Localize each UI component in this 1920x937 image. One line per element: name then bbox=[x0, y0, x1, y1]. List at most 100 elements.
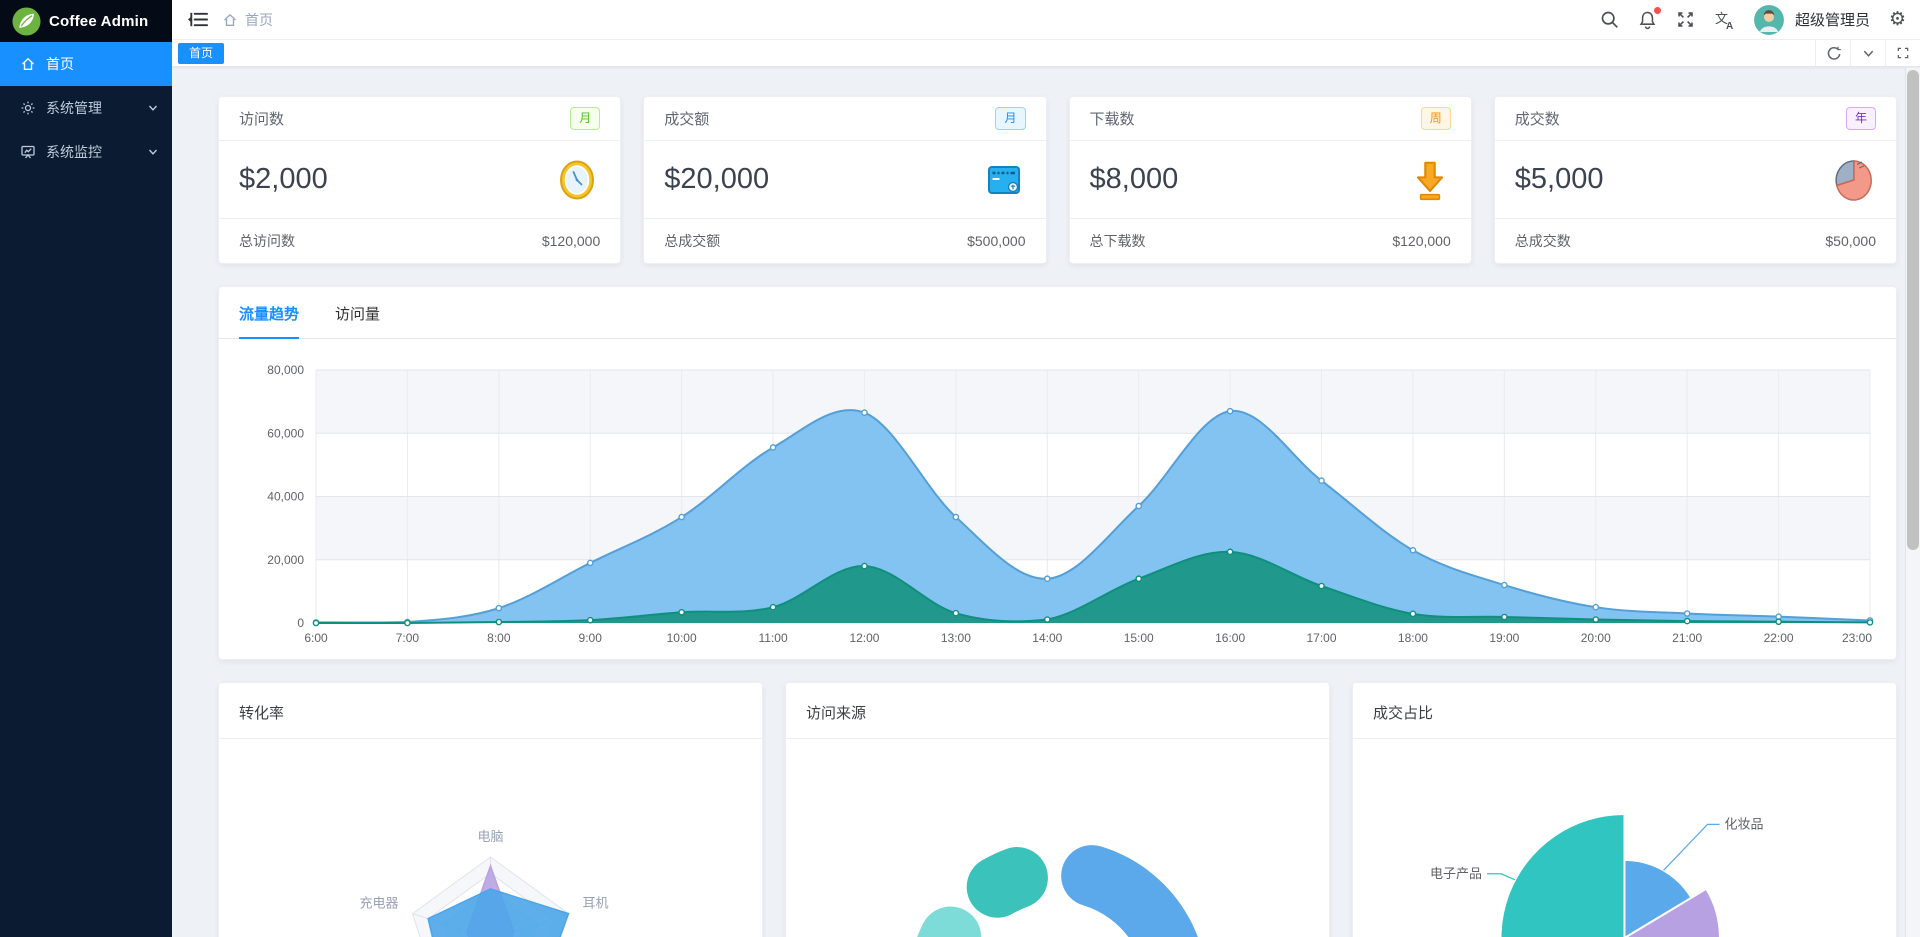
stat-card-footer: 总访问数 $120,000 bbox=[219, 218, 621, 263]
stat-card-2: 下载数 周 $8,000 总下载数 $120,000 bbox=[1068, 96, 1472, 264]
svg-text:耳机: 耳机 bbox=[582, 896, 608, 911]
navbar: 首页 文 A 超级管理员 ⚙ bbox=[172, 0, 1920, 40]
stat-card-footer-value: $120,000 bbox=[541, 233, 601, 249]
stat-card-badge: 月 bbox=[570, 107, 601, 130]
stat-card-header: 下载数 周 bbox=[1069, 97, 1471, 141]
chevron-down-icon[interactable] bbox=[1850, 40, 1885, 66]
card-title: 转化率 bbox=[219, 683, 762, 739]
svg-text:13:00: 13:00 bbox=[941, 631, 971, 645]
translate-icon[interactable]: 文 A bbox=[1714, 10, 1735, 30]
breadcrumb[interactable]: 首页 bbox=[222, 10, 273, 30]
scrollbar-thumb[interactable] bbox=[1907, 70, 1919, 550]
deal-share-card: 成交占比 电子产品 化妆品 bbox=[1352, 682, 1897, 937]
stat-card-footer-label: 总访问数 bbox=[239, 233, 295, 249]
svg-text:21:00: 21:00 bbox=[1672, 631, 1702, 645]
svg-text:12:00: 12:00 bbox=[849, 631, 879, 645]
stat-card-footer-label: 总成交数 bbox=[1514, 233, 1571, 249]
stat-card-body: $5,000 bbox=[1495, 141, 1896, 218]
username[interactable]: 超级管理员 bbox=[1795, 9, 1870, 30]
content-area: 访问数 月 $2,000 总访问数 $120,000 成交额 月 $20,000 总成交额 $50… bbox=[172, 68, 1905, 937]
svg-text:16:00: 16:00 bbox=[1215, 631, 1245, 645]
stat-card-title: 访问数 bbox=[239, 111, 285, 128]
trend-card: 流量趋势 访问量 80,000 60,000 40,000 20,000 0 6:00 7:… bbox=[218, 286, 1897, 660]
chevron-down-icon bbox=[148, 103, 158, 113]
stat-card-badge: 月 bbox=[995, 107, 1026, 130]
svg-text:22:00: 22:00 bbox=[1764, 631, 1794, 645]
card-title: 访问来源 bbox=[786, 683, 1329, 739]
visit-source-donut-chart bbox=[917, 845, 1198, 937]
main-area: 首页 文 A 超级管理员 ⚙ 首页 访问数 月 $2,000 总访问数 $120… bbox=[172, 0, 1920, 937]
svg-text:14:00: 14:00 bbox=[1032, 631, 1062, 645]
refresh-icon[interactable] bbox=[1815, 40, 1850, 66]
home-icon bbox=[20, 56, 36, 72]
notification-dot bbox=[1653, 6, 1661, 14]
clock-icon bbox=[554, 157, 600, 203]
stat-card-value: $8,000 bbox=[1089, 163, 1179, 195]
logo-text: Coffee Admin bbox=[49, 12, 149, 30]
stat-card-footer-label: 总下载数 bbox=[1089, 233, 1146, 249]
gear-icon bbox=[20, 100, 36, 116]
sidebar-item-system-management[interactable]: 系统管理 bbox=[0, 86, 172, 130]
svg-text:20:00: 20:00 bbox=[1581, 631, 1611, 645]
stat-card-badge: 周 bbox=[1420, 107, 1451, 130]
sidebar-item-label: 系统监控 bbox=[46, 144, 102, 160]
svg-text:6:00: 6:00 bbox=[304, 631, 328, 645]
maximize-icon[interactable] bbox=[1885, 40, 1920, 66]
stat-card-0: 访问数 月 $2,000 总访问数 $120,000 bbox=[218, 96, 622, 264]
traffic-trend-chart: 80,000 60,000 40,000 20,000 06:00 7:00 8:00 9:0… bbox=[267, 363, 1874, 645]
svg-text:40,000: 40,000 bbox=[267, 490, 304, 504]
chevron-down-icon bbox=[148, 147, 158, 157]
tag-actions bbox=[1815, 40, 1920, 66]
stat-card-1: 成交额 月 $20,000 总成交额 $500,000 bbox=[643, 96, 1047, 264]
tab-visits[interactable]: 访问量 bbox=[335, 303, 380, 338]
svg-text:10:00: 10:00 bbox=[667, 631, 697, 645]
sidebar-fold-icon[interactable] bbox=[187, 11, 208, 28]
svg-text:23:00: 23:00 bbox=[1842, 631, 1872, 645]
stat-card-footer-value: $500,000 bbox=[967, 233, 1026, 249]
conversion-radar-chart: 电脑耳机 充电器 bbox=[359, 829, 609, 937]
bell-icon[interactable] bbox=[1638, 6, 1661, 30]
stat-card-title: 下载数 bbox=[1089, 111, 1135, 128]
deal-share-rose-chart: 电子产品 化妆品 bbox=[1430, 812, 1764, 937]
search-icon[interactable] bbox=[1600, 10, 1619, 29]
tab-traffic-trend[interactable]: 流量趋势 bbox=[239, 303, 300, 339]
piechart-icon bbox=[1832, 158, 1876, 202]
svg-text:电子产品: 电子产品 bbox=[1430, 866, 1482, 881]
svg-text:80,000: 80,000 bbox=[267, 363, 304, 377]
fullscreen-icon[interactable] bbox=[1676, 10, 1695, 29]
breadcrumb-home-icon bbox=[222, 12, 238, 28]
stat-card-title: 成交额 bbox=[664, 111, 710, 128]
sidebar: Coffee Admin 首页 系统管理系统监控 bbox=[0, 0, 172, 937]
navbar-right: 文 A 超级管理员 ⚙ bbox=[1600, 4, 1906, 35]
svg-text:9:00: 9:00 bbox=[579, 631, 603, 645]
card-title: 成交占比 bbox=[1353, 683, 1896, 739]
navbar-left: 首页 bbox=[187, 10, 273, 30]
stat-card-footer: 总成交额 $500,000 bbox=[644, 218, 1046, 263]
avatar[interactable] bbox=[1753, 4, 1784, 35]
stat-card-value: $2,000 bbox=[239, 163, 328, 195]
stat-card-footer: 总下载数 $120,000 bbox=[1069, 218, 1471, 263]
stat-card-value: $20,000 bbox=[664, 163, 770, 195]
svg-text:电脑: 电脑 bbox=[477, 829, 503, 844]
svg-text:17:00: 17:00 bbox=[1307, 631, 1337, 645]
download-icon bbox=[1409, 157, 1451, 203]
svg-text:15:00: 15:00 bbox=[1124, 631, 1154, 645]
stat-card-footer-value: $50,000 bbox=[1825, 233, 1876, 249]
tag-home[interactable]: 首页 bbox=[178, 42, 225, 64]
stat-card-footer-label: 总成交额 bbox=[664, 233, 721, 249]
stat-cards-row: 访问数 月 $2,000 总访问数 $120,000 成交额 月 $20,000 总成交额 $50… bbox=[218, 96, 1897, 264]
breadcrumb-item: 首页 bbox=[245, 11, 273, 28]
monitor-icon bbox=[20, 144, 36, 160]
gear-icon[interactable]: ⚙ bbox=[1889, 10, 1906, 29]
sidebar-item-system-monitoring[interactable]: 系统监控 bbox=[0, 130, 172, 174]
stat-card-badge: 年 bbox=[1845, 107, 1876, 130]
trend-tabs: 流量趋势 访问量 bbox=[219, 287, 1896, 339]
app-logo[interactable]: Coffee Admin bbox=[0, 0, 172, 42]
bottom-cards-row: 转化率 电脑 耳机 充电器 访问来源 成交占比 电子产品 化妆品 bbox=[218, 682, 1897, 937]
sidebar-item-home[interactable]: 首页 bbox=[0, 42, 172, 86]
svg-text:7:00: 7:00 bbox=[396, 631, 420, 645]
svg-text:11:00: 11:00 bbox=[758, 631, 787, 645]
svg-text:化妆品: 化妆品 bbox=[1725, 816, 1764, 831]
vertical-scrollbar[interactable] bbox=[1905, 68, 1920, 937]
visit-source-card: 访问来源 bbox=[785, 682, 1330, 937]
